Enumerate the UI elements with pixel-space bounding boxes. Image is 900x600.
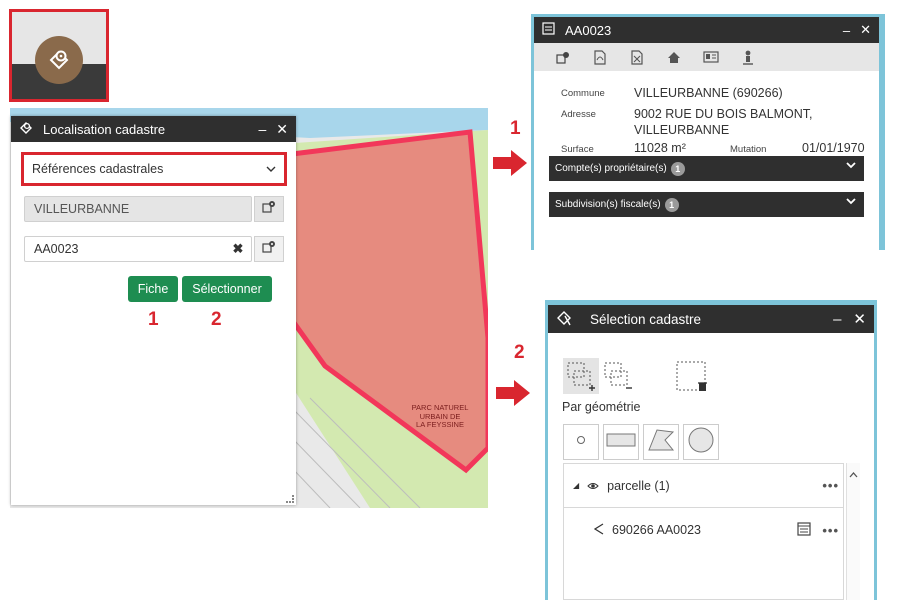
commune-value: VILLEURBANNE (690266)	[634, 86, 783, 100]
surface-value: 11028 m²	[634, 141, 686, 155]
fiche-panel-frame: AA0023 – ✕ Commune VILLEURBANNE (690266)…	[531, 14, 885, 250]
collapse-triangle-icon[interactable]: ◢	[573, 481, 579, 490]
map-marker-parcel-icon	[19, 121, 33, 138]
panel-header: Localisation cadastre – ✕	[11, 116, 296, 142]
mutation-label: Mutation	[730, 144, 767, 155]
parcel-name: 690266 AA0023	[612, 523, 701, 537]
chevron-down-icon	[846, 160, 856, 172]
selection-results-list: ◢ parcelle (1) ••• 690266 AA0023 •••	[563, 463, 844, 600]
accordion-label: Subdivision(s) fiscale(s)	[555, 199, 661, 210]
polygon-select-button[interactable]	[643, 424, 679, 460]
arrow-right-icon	[493, 150, 527, 176]
parcel-value: AA0023	[34, 242, 79, 256]
count-badge: 1	[670, 161, 685, 176]
layer-name: parcelle (1)	[607, 478, 670, 493]
step-number-select: 2	[211, 309, 222, 330]
map-locate-icon	[262, 240, 276, 258]
map-locate-icon	[262, 200, 276, 218]
parcel-row[interactable]: 690266 AA0023 •••	[564, 508, 843, 552]
minimize-button[interactable]: –	[258, 121, 266, 137]
close-button[interactable]: ✕	[276, 121, 288, 138]
minimize-button[interactable]: –	[833, 311, 841, 328]
surface-label: Surface	[561, 144, 594, 155]
add-selection-button[interactable]	[563, 358, 599, 394]
scrollbar[interactable]	[846, 463, 860, 600]
parcel-map-button[interactable]	[254, 236, 284, 262]
search-type-value: Références cadastrales	[32, 162, 164, 176]
fiche-parcelle-panel: AA0023 – ✕ Commune VILLEURBANNE (690266)…	[534, 17, 879, 250]
circle-select-button[interactable]	[683, 424, 719, 460]
polygon-icon	[647, 428, 675, 457]
commune-value: VILLEURBANNE	[34, 202, 130, 216]
layer-row[interactable]: ◢ parcelle (1) •••	[564, 464, 843, 508]
selection-panel-frame: Sélection cadastre – ✕ Par géométrie ◢ p…	[545, 300, 877, 600]
adresse-line1: 9002 RUE DU BOIS BALMONT,	[634, 107, 813, 121]
accordion-label: Compte(s) propriétaire(s)	[555, 163, 667, 174]
clear-icon[interactable]: ✖	[225, 241, 251, 257]
search-type-select[interactable]: Références cadastrales	[21, 152, 287, 186]
cadastre-launcher-button[interactable]	[9, 9, 109, 102]
selection-cadastre-panel: Sélection cadastre – ✕ Par géométrie ◢ p…	[548, 305, 874, 600]
step-label-fiche: 1	[510, 118, 521, 139]
eye-icon[interactable]	[587, 479, 599, 493]
circle-icon	[687, 426, 715, 459]
rectangle-icon	[606, 432, 636, 453]
geometry-label: Par géométrie	[562, 400, 641, 414]
arrow-right-icon	[496, 380, 530, 406]
commune-field: VILLEURBANNE	[24, 196, 252, 222]
accordion-proprietaires[interactable]: Compte(s) propriétaire(s) 1	[549, 156, 864, 181]
chevron-down-icon	[846, 196, 856, 208]
panel-header: Sélection cadastre – ✕	[548, 305, 874, 333]
commune-label: Commune	[561, 88, 605, 99]
adresse-line2: VILLEURBANNE	[634, 123, 730, 137]
panel-title: Localisation cadastre	[43, 121, 166, 137]
document-icon[interactable]	[797, 521, 811, 539]
panel-title: Sélection cadastre	[590, 311, 702, 327]
step-label-selection: 2	[514, 342, 525, 363]
count-badge: 1	[664, 197, 679, 212]
step-number-fiche: 1	[148, 309, 159, 330]
map-zone-label: PARC NATUREL URBAIN DE LA FEYSSINE	[411, 403, 469, 429]
map-marker-parcel-icon	[35, 36, 83, 84]
rectangle-select-button[interactable]	[603, 424, 639, 460]
select-button[interactable]: Sélectionner	[182, 276, 272, 302]
selection-add-icon	[563, 362, 599, 398]
selection-remove-icon	[600, 362, 636, 398]
adresse-label: Adresse	[561, 109, 596, 120]
remove-selection-button[interactable]	[600, 358, 636, 394]
point-select-button[interactable]	[563, 424, 599, 460]
commune-map-button[interactable]	[254, 196, 284, 222]
point-icon	[575, 433, 587, 451]
selection-delete-icon	[674, 361, 710, 398]
chevron-down-icon	[266, 162, 276, 176]
more-options-icon[interactable]: •••	[822, 523, 839, 538]
map-marker-parcel-icon	[556, 310, 572, 329]
localisation-cadastre-panel: Localisation cadastre – ✕ Références cad…	[11, 116, 296, 505]
clear-selection-button[interactable]	[674, 358, 710, 394]
mutation-value: 01/01/1970	[802, 141, 865, 155]
close-button[interactable]: ✕	[853, 310, 866, 328]
chevron-up-icon[interactable]	[849, 465, 858, 483]
more-options-icon[interactable]: •••	[822, 478, 839, 493]
parcel-field[interactable]: AA0023 ✖	[24, 236, 252, 262]
accordion-subdivisions[interactable]: Subdivision(s) fiscale(s) 1	[549, 192, 864, 217]
locate-arrow-icon[interactable]	[593, 522, 604, 538]
resize-handle[interactable]	[286, 495, 294, 503]
fiche-button[interactable]: Fiche	[128, 276, 178, 302]
